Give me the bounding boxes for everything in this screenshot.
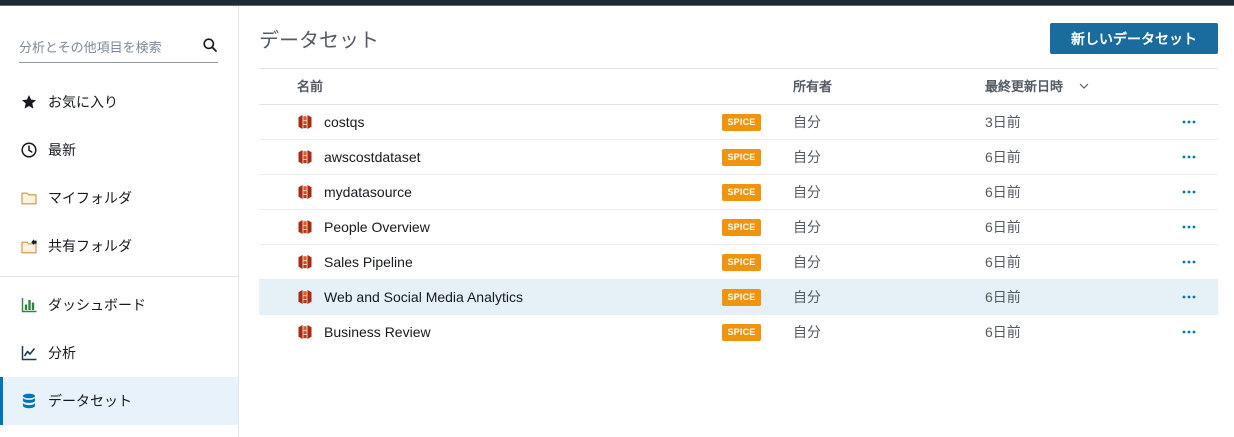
updated-cell: 6日前	[985, 324, 1021, 340]
main-content: データセット 新しいデータセット 名前 所有者 最終更新日時 costqs SP…	[239, 6, 1234, 437]
sidebar-item-label: お気に入り	[48, 94, 118, 110]
page-title: データセット	[259, 30, 379, 52]
updated-cell: 3日前	[985, 114, 1021, 130]
dataset-name[interactable]: mydatasource	[324, 175, 412, 209]
new-dataset-button[interactable]: 新しいデータセット	[1050, 23, 1218, 54]
spice-badge: SPICE	[722, 254, 761, 271]
owner-cell: 自分	[793, 184, 821, 200]
shared-folder-icon	[21, 237, 37, 255]
dataset-icon	[298, 324, 312, 340]
sidebar-item-recent[interactable]: 最新	[0, 126, 238, 174]
spice-badge: SPICE	[722, 114, 761, 131]
dataset-name[interactable]: Business Review	[324, 315, 431, 349]
dataset-icon	[298, 184, 312, 200]
app-body: お気に入り 最新 マイフォルダ 共有フォルダ	[0, 6, 1234, 437]
dataset-name[interactable]: awscostdataset	[324, 140, 421, 174]
updated-cell: 6日前	[985, 184, 1021, 200]
column-header-name[interactable]: 名前	[297, 69, 323, 104]
spice-badge: SPICE	[722, 219, 761, 236]
clock-icon	[21, 141, 37, 159]
more-actions-button[interactable]	[1182, 330, 1196, 334]
dataset-name[interactable]: Sales Pipeline	[324, 245, 413, 279]
more-actions-button[interactable]	[1182, 155, 1196, 159]
page-header: データセット 新しいデータセット	[239, 6, 1234, 68]
sidebar-item-favorites[interactable]: お気に入り	[0, 78, 238, 126]
dashboard-icon	[21, 296, 37, 314]
table-body: costqs SPICE 自分 3日前 awscostdataset SPICE…	[259, 105, 1218, 350]
spice-badge: SPICE	[722, 149, 761, 166]
more-actions-button[interactable]	[1182, 225, 1196, 229]
spice-badge: SPICE	[722, 289, 761, 306]
owner-cell: 自分	[793, 114, 821, 130]
dataset-name[interactable]: costqs	[324, 105, 364, 139]
star-icon	[21, 93, 37, 111]
sidebar-nav: お気に入り 最新 マイフォルダ 共有フォルダ ダッシュボード 分析 データセット	[0, 78, 238, 425]
more-icon	[1182, 120, 1196, 124]
spice-badge: SPICE	[722, 324, 761, 341]
search-icon	[203, 38, 217, 52]
table-row[interactable]: costqs SPICE 自分 3日前	[259, 105, 1218, 140]
sidebar-item-label: 分析	[48, 345, 76, 361]
sidebar-item-analyses[interactable]: 分析	[0, 329, 238, 377]
owner-cell: 自分	[793, 149, 821, 165]
sidebar-divider	[0, 276, 238, 277]
more-actions-button[interactable]	[1182, 260, 1196, 264]
chevron-down-icon[interactable]	[1079, 83, 1089, 89]
more-actions-button[interactable]	[1182, 295, 1196, 299]
sidebar-item-label: 共有フォルダ	[48, 238, 132, 254]
search-input[interactable]	[19, 32, 199, 62]
table-row[interactable]: Web and Social Media Analytics SPICE 自分 …	[259, 280, 1218, 315]
dataset-icon	[298, 254, 312, 270]
sidebar-item-label: 最新	[48, 142, 76, 158]
sidebar-item-label: マイフォルダ	[48, 190, 132, 206]
spice-badge: SPICE	[722, 184, 761, 201]
more-actions-button[interactable]	[1182, 120, 1196, 124]
sidebar-item-shared-folders[interactable]: 共有フォルダ	[0, 222, 238, 270]
sidebar-item-my-folders[interactable]: マイフォルダ	[0, 174, 238, 222]
table-header: 名前 所有者 最終更新日時	[259, 68, 1218, 105]
table-row[interactable]: mydatasource SPICE 自分 6日前	[259, 175, 1218, 210]
more-actions-button[interactable]	[1182, 190, 1196, 194]
table-row[interactable]: Sales Pipeline SPICE 自分 6日前	[259, 245, 1218, 280]
updated-cell: 6日前	[985, 219, 1021, 235]
updated-cell: 6日前	[985, 289, 1021, 305]
owner-cell: 自分	[793, 324, 821, 340]
folder-icon	[21, 189, 37, 207]
more-icon	[1182, 225, 1196, 229]
owner-cell: 自分	[793, 219, 821, 235]
dataset-name[interactable]: Web and Social Media Analytics	[324, 280, 523, 314]
dataset-name[interactable]: People Overview	[324, 210, 430, 244]
updated-cell: 6日前	[985, 149, 1021, 165]
column-header-owner[interactable]: 所有者	[793, 69, 832, 104]
more-icon	[1182, 155, 1196, 159]
sidebar: お気に入り 最新 マイフォルダ 共有フォルダ	[0, 6, 239, 437]
updated-cell: 6日前	[985, 254, 1021, 270]
dataset-icon	[21, 392, 37, 410]
more-icon	[1182, 330, 1196, 334]
more-icon	[1182, 295, 1196, 299]
sidebar-item-datasets[interactable]: データセット	[0, 377, 238, 425]
search-box	[19, 32, 218, 63]
owner-cell: 自分	[793, 254, 821, 270]
dataset-icon	[298, 149, 312, 165]
dataset-icon	[298, 219, 312, 235]
dataset-icon	[298, 114, 312, 130]
analysis-icon	[21, 344, 37, 362]
dataset-table: 名前 所有者 最終更新日時 costqs SPICE 自分 3日前 awscos…	[259, 68, 1218, 350]
owner-cell: 自分	[793, 289, 821, 305]
table-row[interactable]: Business Review SPICE 自分 6日前	[259, 315, 1218, 350]
column-header-updated[interactable]: 最終更新日時	[985, 69, 1063, 104]
sidebar-item-label: ダッシュボード	[48, 297, 146, 313]
more-icon	[1182, 260, 1196, 264]
table-row[interactable]: People Overview SPICE 自分 6日前	[259, 210, 1218, 245]
sidebar-item-label: データセット	[48, 393, 132, 409]
search-section	[0, 6, 238, 78]
dataset-icon	[298, 289, 312, 305]
more-icon	[1182, 190, 1196, 194]
sidebar-item-dashboards[interactable]: ダッシュボード	[0, 281, 238, 329]
table-row[interactable]: awscostdataset SPICE 自分 6日前	[259, 140, 1218, 175]
